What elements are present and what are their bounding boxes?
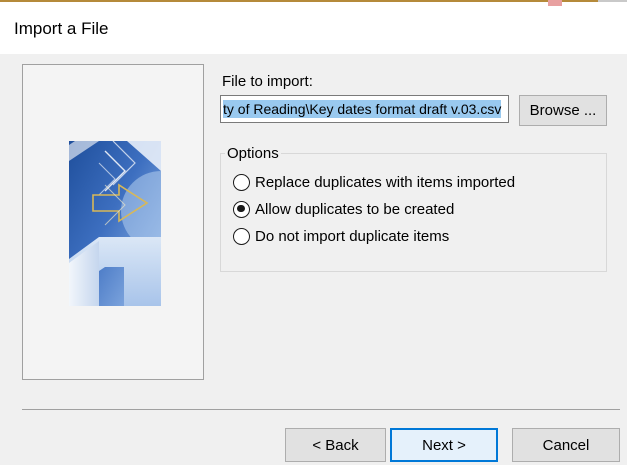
options-legend: Options <box>225 145 281 162</box>
file-path-text: ty of Reading\Key dates format draft v.0… <box>223 100 502 118</box>
radio-label: Allow duplicates to be created <box>255 200 455 218</box>
cancel-button[interactable]: Cancel <box>512 428 620 462</box>
next-button[interactable]: Next > <box>390 428 498 462</box>
file-path-input[interactable]: ty of Reading\Key dates format draft v.0… <box>220 95 509 123</box>
radio-replace-duplicates[interactable]: Replace duplicates with items imported <box>233 171 515 193</box>
dialog-title: Import a File <box>14 19 109 38</box>
import-wizard-illustration-icon <box>69 141 161 306</box>
radio-button-icon[interactable] <box>233 173 250 191</box>
top-border-mark <box>548 0 562 6</box>
radio-label: Replace duplicates with items imported <box>255 173 516 191</box>
radio-allow-duplicates[interactable]: Allow duplicates to be created <box>233 198 454 220</box>
back-button[interactable]: < Back <box>285 428 386 462</box>
footer-separator <box>22 409 620 410</box>
radio-button-icon[interactable] <box>233 227 250 245</box>
wizard-art-panel <box>22 64 204 380</box>
top-border-accent <box>0 0 598 2</box>
radio-do-not-import-duplicates[interactable]: Do not import duplicate items <box>233 225 449 247</box>
radio-button-selected-icon[interactable] <box>233 200 250 218</box>
file-to-import-label: File to import: <box>222 73 313 90</box>
browse-button[interactable]: Browse ... <box>519 95 607 126</box>
radio-label: Do not import duplicate items <box>255 227 450 245</box>
